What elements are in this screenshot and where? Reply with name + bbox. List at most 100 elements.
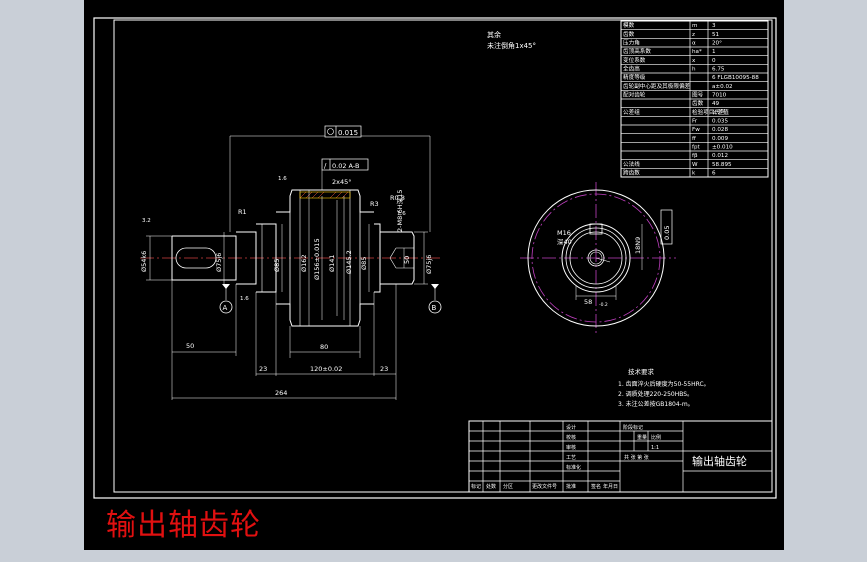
tb-review: 审核 <box>566 444 576 451</box>
runout-value: 0.015 <box>338 129 358 137</box>
label-len80: 80 <box>320 343 328 351</box>
tb-stage: 阶段标记 <box>623 424 643 431</box>
label-r3: R3 <box>370 200 379 208</box>
param-cell: 0.028 <box>712 127 728 133</box>
label-d50: 50 <box>403 256 411 264</box>
param-cell: W <box>692 162 698 168</box>
label-len50: 50 <box>186 342 194 350</box>
param-cell: Fr <box>692 119 698 125</box>
param-cell: 全齿高 <box>623 65 640 73</box>
param-cell: 0.009 <box>712 136 728 142</box>
tb-scale-value: 1:1 <box>651 445 659 451</box>
app-frame: 模数 m 3 齿数 z 51 压力角 α 20° 齿顶高系数 ha* 1 变位系数 x 0 全齿高 h 6.75 精… <box>0 0 867 562</box>
tb-mark: 标记 <box>471 483 481 490</box>
shaft-side-view <box>140 189 440 327</box>
label-d85b: Ø85 <box>360 257 368 270</box>
label-chamfer-top: 2x45° <box>332 178 352 186</box>
tb-zone: 分区 <box>503 483 513 490</box>
label-keyway-w: 18N9 <box>634 237 642 254</box>
param-cell: 公差组 <box>623 108 640 116</box>
param-cell: 6.75 <box>712 67 725 73</box>
param-cell: 0.012 <box>712 153 728 159</box>
label-d75b: Ø75j6 <box>425 255 433 274</box>
param-cell: fpt <box>692 145 701 151</box>
param-cell: 0 <box>712 58 716 64</box>
top-notes: 其余 未注倒角1x45° <box>487 30 536 50</box>
label-m16: M16 <box>557 229 571 237</box>
label-depth: 深40 <box>557 237 572 246</box>
label-len264: 264 <box>275 389 287 397</box>
label-keyway-tol: -0.2 <box>599 302 608 308</box>
param-cell: 51 <box>712 32 720 38</box>
label-ra-left: 3.2 <box>142 218 151 224</box>
param-cell: 6 <box>712 171 716 177</box>
tb-approve: 批准 <box>566 483 576 490</box>
label-d156: Ø156±0.015 <box>313 238 321 280</box>
side-view-labels: 2x45° R1 R0.8 R3 2-M8-6H深15 Ø54k6 Ø75j6 … <box>140 176 433 397</box>
datum-symbols: A B <box>219 284 442 314</box>
param-cell: ±0.010 <box>712 145 733 151</box>
datum-b-label: B <box>432 304 437 312</box>
label-d141: Ø141 <box>328 254 336 272</box>
label-ra-right: 1.6 <box>397 211 406 217</box>
param-cell: 跨齿数 <box>623 169 640 177</box>
param-cell: 49 <box>712 101 720 107</box>
label-d75a: Ø75j6 <box>215 253 223 272</box>
param-cell: x <box>692 58 696 64</box>
param-cell: 0.035 <box>712 119 728 125</box>
label-keyway-d: 58 <box>584 298 592 306</box>
note-material: 其余 <box>487 30 501 39</box>
tb-design: 设计 <box>566 424 576 431</box>
caption-title: 输出轴齿轮 <box>106 508 261 543</box>
gear-front-view <box>520 182 676 334</box>
tech-title: 技术要求 <box>628 367 655 376</box>
label-ra-top: 1.6 <box>278 176 287 182</box>
param-cell: 3 <box>712 23 716 29</box>
tech-item-1: 1. 齿面淬火后硬度为50-55HRC。 <box>618 380 710 388</box>
tech-requirements: 技术要求 1. 齿面淬火后硬度为50-55HRC。 2. 调质处理220-250… <box>618 367 710 408</box>
param-cell: 公差值 <box>712 108 729 116</box>
param-cell: 7010 <box>712 93 727 99</box>
cad-drawing: 模数 m 3 齿数 z 51 压力角 α 20° 齿顶高系数 ha* 1 变位系数 x 0 全齿高 h 6.75 精… <box>93 17 777 499</box>
param-cell: α <box>692 41 696 47</box>
label-len23b: 23 <box>380 365 388 373</box>
tech-item-3: 3. 未注公差按GB1804-m。 <box>618 400 694 408</box>
tb-weight: 重量 <box>637 434 647 441</box>
label-len23a: 23 <box>259 365 267 373</box>
param-cell: 6 FLGB10095-88 <box>712 75 759 81</box>
label-len120: 120±0.02 <box>310 365 342 373</box>
drawing-canvas: 模数 m 3 齿数 z 51 压力角 α 20° 齿顶高系数 ha* 1 变位系数 x 0 全齿高 h 6.75 精… <box>84 0 784 550</box>
param-cell: Fw <box>692 127 700 133</box>
param-cell: 公法线 <box>623 160 640 168</box>
title-block: 设计 校核 审核 工艺 标准化 批准 阶段标记 重量 比例 1:1 共 张 第 … <box>468 420 773 493</box>
param-cell: 齿数 <box>623 30 635 38</box>
param-cell: h <box>692 67 696 73</box>
tb-count: 处数 <box>486 483 496 490</box>
tech-item-2: 2. 调质处理220-250HBS。 <box>618 390 693 398</box>
param-cell: 20° <box>712 41 722 47</box>
flatness-value: 0.02 A-B <box>332 162 359 170</box>
label-r1: R1 <box>238 208 247 216</box>
param-cell: 变位系数 <box>623 56 646 64</box>
tb-part-name: 输出轴齿轮 <box>692 454 747 468</box>
tb-scale: 比例 <box>651 434 661 441</box>
param-cell: 模数 <box>623 21 635 29</box>
label-d54: Ø54k6 <box>140 251 148 272</box>
keyway-tol-value: 0.05 <box>663 226 671 240</box>
param-cell: 1 <box>712 49 716 55</box>
param-cell: k <box>692 171 696 177</box>
tb-date: 年月日 <box>603 483 618 490</box>
datum-a-label: A <box>223 304 228 312</box>
label-d85a: Ø85 <box>273 259 281 272</box>
note-chamfer: 未注倒角1x45° <box>487 41 536 50</box>
param-cell: 齿轮副中心距及其极限偏差 <box>623 82 691 90</box>
param-cell: a±0.02 <box>712 84 733 90</box>
param-cell: 齿顶高系数 <box>623 47 651 55</box>
label-d1452: Ø145.2 <box>345 250 353 274</box>
param-cell: ha* <box>692 49 702 55</box>
param-cell: 精度等级 <box>623 73 646 81</box>
param-cell: z <box>692 32 695 38</box>
param-table: 模数 m 3 齿数 z 51 压力角 α 20° 齿顶高系数 ha* 1 变位系数 x 0 全齿高 h 6.75 精… <box>620 20 769 178</box>
gdt-frames: 0.015 / 0.02 A-B 0.05 <box>321 125 673 245</box>
param-cell: 58.895 <box>712 162 732 168</box>
